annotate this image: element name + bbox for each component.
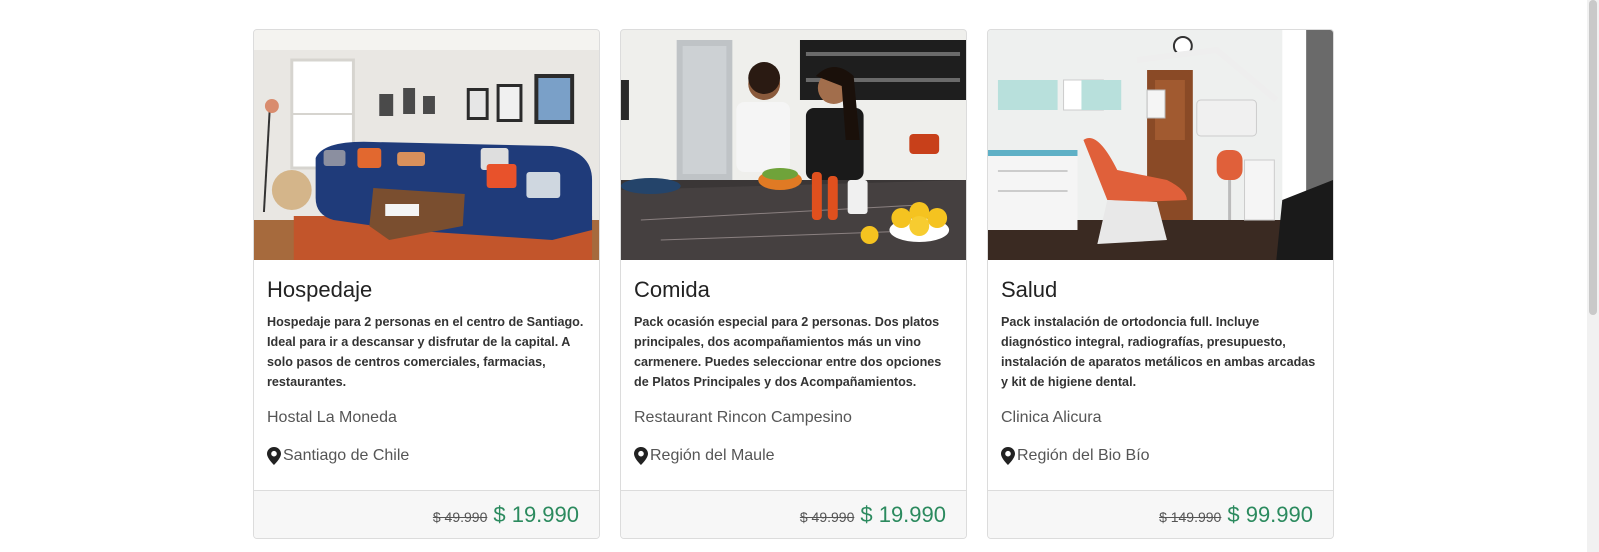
card-location: Santiago de Chile — [267, 446, 586, 466]
card-title[interactable]: Comida — [634, 276, 953, 304]
card-body: Salud Pack instalación de ortodoncia ful… — [988, 260, 1333, 490]
location-pin-icon — [634, 447, 648, 465]
location-label: Región del Bio Bío — [1017, 447, 1150, 464]
new-price: $ 19.990 — [860, 501, 946, 527]
card-price-footer: $ 149.990 $ 99.990 — [988, 490, 1333, 538]
deal-card-comida[interactable]: Comida Pack ocasión especial para 2 pers… — [620, 29, 967, 539]
card-merchant: Clinica Alicura — [1001, 409, 1102, 426]
deal-card-hospedaje[interactable]: Hospedaje Hospedaje para 2 personas en e… — [253, 29, 600, 539]
new-price: $ 19.990 — [493, 501, 579, 527]
card-merchant: Hostal La Moneda — [267, 409, 397, 426]
living-room-photo[interactable] — [254, 30, 599, 260]
dental-clinic-photo[interactable] — [988, 30, 1333, 260]
page: Hospedaje Hospedaje para 2 personas en e… — [0, 0, 1599, 552]
card-body: Hospedaje Hospedaje para 2 personas en e… — [254, 260, 599, 490]
card-location: Región del Maule — [634, 446, 953, 466]
card-location: Región del Bio Bío — [1001, 446, 1320, 466]
scrollbar-thumb[interactable] — [1589, 0, 1597, 315]
old-price: $ 49.990 — [799, 509, 855, 525]
card-description: Pack instalación de ortodoncia full. Inc… — [1001, 315, 1316, 389]
card-description: Pack ocasión especial para 2 personas. D… — [634, 315, 942, 389]
old-price: $ 49.990 — [432, 509, 488, 525]
card-title[interactable]: Hospedaje — [267, 276, 586, 304]
card-price-footer: $ 49.990 $ 19.990 — [254, 490, 599, 538]
card-title[interactable]: Salud — [1001, 276, 1320, 304]
location-label: Región del Maule — [650, 447, 775, 464]
card-price-footer: $ 49.990 $ 19.990 — [621, 490, 966, 538]
location-label: Santiago de Chile — [283, 447, 410, 464]
deal-card-salud[interactable]: Salud Pack instalación de ortodoncia ful… — [987, 29, 1334, 539]
new-price: $ 99.990 — [1227, 501, 1313, 527]
location-pin-icon — [267, 447, 281, 465]
location-pin-icon — [1001, 447, 1015, 465]
kitchen-cooking-photo[interactable] — [621, 30, 966, 260]
vertical-scrollbar[interactable] — [1587, 0, 1599, 552]
old-price: $ 149.990 — [1159, 509, 1222, 525]
deal-cards: Hospedaje Hospedaje para 2 personas en e… — [253, 29, 1334, 539]
card-description: Hospedaje para 2 personas en el centro d… — [267, 315, 584, 389]
card-merchant: Restaurant Rincon Campesino — [634, 409, 852, 426]
card-body: Comida Pack ocasión especial para 2 pers… — [621, 260, 966, 490]
